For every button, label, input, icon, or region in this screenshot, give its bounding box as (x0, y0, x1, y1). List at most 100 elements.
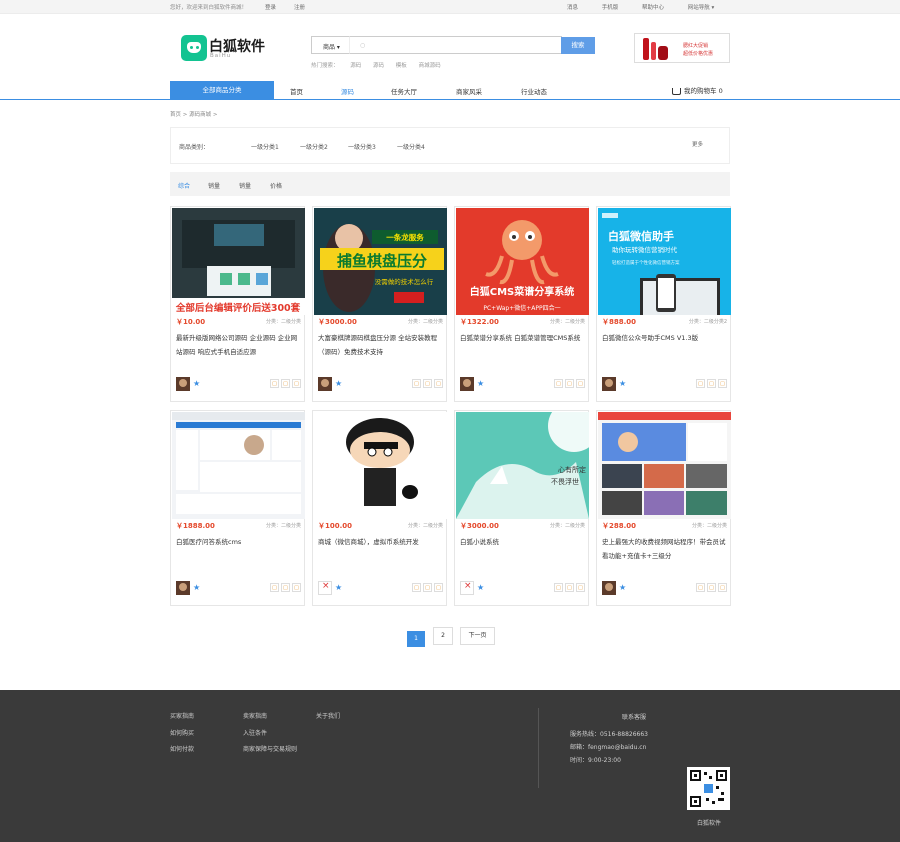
product-title[interactable]: 最新升级版网络公司源码 企业源码 企业网站源码 响应式手机自适应源 (176, 331, 302, 361)
sort-bar: 综合 销量 销量 价格 (170, 172, 730, 196)
page-1-button[interactable]: 1 (407, 631, 425, 647)
star-icon: ★ (619, 379, 627, 388)
seller-avatar[interactable] (602, 377, 616, 391)
svg-text:助你玩转微信营销时代: 助你玩转微信营销时代 (612, 245, 678, 254)
filter-label: 商品类别： (179, 144, 210, 151)
search-button[interactable]: 搜索 (561, 37, 595, 54)
seller-avatar[interactable]: × (460, 581, 474, 595)
product-image[interactable]: 一条龙服务 捕鱼棋盘压分 没需做的技术怎么行 (314, 208, 447, 315)
register-link[interactable]: 注册 (294, 5, 305, 11)
nav-home[interactable]: 首页 (290, 86, 303, 96)
page-2-button[interactable]: 2 (433, 627, 453, 645)
product-title[interactable]: 白狐微信公众号助手CMS V1.3版 (602, 331, 728, 361)
seller-avatar[interactable] (176, 581, 190, 595)
messages-link[interactable]: 消息 (567, 5, 578, 11)
product-card[interactable]: 全部后台编辑评价后送300套 ￥10.00 分类：二级分类 最新升级版网络公司源… (170, 206, 305, 402)
footer-heading[interactable]: 关于我们 (316, 711, 340, 720)
filter-option[interactable]: 一级分类4 (397, 142, 425, 151)
product-card[interactable]: 白狐CMS菜谱分享系统 PC+Wap+微信+APP四合一 ￥1322.00 分类：… (454, 206, 589, 402)
filter-option[interactable]: 一级分类1 (251, 142, 279, 151)
seller-avatar[interactable] (602, 581, 616, 595)
star-icon: ★ (477, 583, 485, 592)
footer-link[interactable]: 商家保障与交易规则 (243, 744, 297, 753)
search-category-select[interactable]: 商品 ▾ (311, 36, 349, 54)
help-link[interactable]: 帮助中心 (642, 5, 664, 11)
product-price: ￥100.00 (318, 522, 353, 530)
welcome-text: 您好，欢迎来到白狐软件商城！ (170, 5, 248, 11)
product-image[interactable]: 全部后台编辑评价后送300套 (172, 208, 305, 315)
seller-avatar[interactable] (176, 377, 190, 391)
footer-contact: 联系客服 服务热线：0516-88826663 邮箱：fengmao@baidu… (570, 711, 648, 767)
sort-price[interactable]: 价格 (270, 181, 282, 190)
product-category: 分类：二级分类 (549, 319, 585, 325)
product-image[interactable] (172, 412, 305, 519)
svg-text:PC+Wap+微信+APP四合一: PC+Wap+微信+APP四合一 (483, 304, 560, 312)
product-tags: □ □ □ (268, 583, 301, 592)
seller-avatar[interactable]: × (318, 581, 332, 595)
cart-label: 我的购物车 0 (684, 87, 723, 95)
nav-news[interactable]: 行业动态 (521, 86, 547, 96)
product-tags: □ □ □ (694, 379, 727, 388)
product-category: 分类：二级分类 (265, 523, 301, 529)
product-card[interactable]: 白狐微信助手 助你玩转微信营销时代 轻松打造属于个性化微信营销方案 ￥888.00 … (596, 206, 731, 402)
product-tags: □ □ □ (410, 583, 443, 592)
footer-link[interactable]: 如何付款 (170, 744, 194, 753)
product-banner-text: 全部后台编辑评价后送300套 (175, 302, 301, 314)
hot-link[interactable]: 源码 (350, 63, 361, 69)
site-logo[interactable]: 白狐软件 BaiHu (181, 35, 265, 62)
star-icon: ★ (193, 583, 201, 592)
hot-link[interactable]: 源码 (373, 63, 384, 69)
footer-link[interactable]: 入驻条件 (243, 728, 297, 737)
product-title[interactable]: 史上最强大的收费视频网站程序！带会员试看功能+充值卡+三级分 (602, 535, 728, 565)
seller-avatar[interactable] (318, 377, 332, 391)
cart-link[interactable]: 我的购物车 0 (672, 85, 723, 95)
svg-text:没需做的技术怎么行: 没需做的技术怎么行 (375, 277, 434, 286)
product-card[interactable]: ￥1888.00 分类：二级分类 白狐医疗问答系统cms ★ □ □ □ (170, 410, 305, 606)
product-image[interactable] (598, 412, 731, 519)
hot-link[interactable]: 模板 (396, 63, 407, 69)
product-card[interactable]: 心有所定 不畏浮世 ￥3000.00 分类：二级分类 白狐小说系统 × ★ □ □ □ (454, 410, 589, 606)
product-image[interactable]: 心有所定 不畏浮世 (456, 412, 589, 519)
ad-line2: 超低价格优惠 (683, 51, 714, 57)
product-banner-text: 白狐微信助手 (608, 229, 674, 243)
nav-shops[interactable]: 商家风采 (456, 86, 482, 96)
filter-more[interactable]: 更多 (692, 140, 703, 148)
sort-sales2[interactable]: 销量 (239, 181, 251, 190)
product-category: 分类：二级分类 (691, 523, 727, 529)
all-categories-button[interactable]: 全部商品分类 (170, 81, 274, 100)
header-ad-banner[interactable]: 腮红大促销 超低价格优惠 (634, 33, 730, 63)
mobile-link[interactable]: 手机版 (602, 5, 619, 11)
product-image[interactable] (314, 412, 447, 519)
product-category: 分类：二级分类 (407, 523, 443, 529)
product-image[interactable]: 白狐CMS菜谱分享系统 PC+Wap+微信+APP四合一 (456, 208, 589, 315)
seller-avatar[interactable] (460, 377, 474, 391)
product-category: 分类：二级分类 (265, 319, 301, 325)
footer-link[interactable]: 如何购买 (170, 728, 194, 737)
product-card[interactable]: ￥100.00 分类：二级分类 商城（微信商城），虚拟币系统开发 × ★ □ □ □ (312, 410, 447, 606)
qr-label: 白狐软件 (697, 820, 722, 827)
product-card[interactable]: 一条龙服务 捕鱼棋盘压分 没需做的技术怎么行 ￥3000.00 分类：二级分类 大富… (312, 206, 447, 402)
site-nav-link[interactable]: 网站导航 ▾ (688, 5, 715, 11)
filter-option[interactable]: 一级分类2 (300, 142, 328, 151)
nav-source[interactable]: 源码 (341, 86, 354, 96)
product-title[interactable]: 大富豪棋牌源码棋盘压分源 全站安装教程（源码）免费技术支持 (318, 331, 444, 361)
next-page-button[interactable]: 下一页 (460, 627, 495, 645)
product-title[interactable]: 白狐小说系统 (460, 535, 586, 565)
filter-option[interactable]: 一级分类3 (348, 142, 376, 151)
product-price: ￥3000.00 (318, 318, 357, 326)
login-link[interactable]: 登录 (265, 5, 276, 11)
tag-icon: □ (281, 379, 290, 388)
product-card[interactable]: ￥288.00 分类：二级分类 史上最强大的收费视频网站程序！带会员试看功能+充… (596, 410, 731, 606)
product-title[interactable]: 白狐医疗问答系统cms (176, 535, 302, 565)
product-title[interactable]: 商城（微信商城），虚拟币系统开发 (318, 535, 444, 565)
sort-default[interactable]: 综合 (178, 181, 190, 190)
main-nav: 全部商品分类 首页 源码 任务大厅 商家风采 行业动态 我的购物车 0 (0, 81, 900, 100)
svg-text:不畏浮世: 不畏浮世 (551, 477, 579, 486)
product-title[interactable]: 白狐菜谱分享系统 白狐菜谱管理CMS系统 (460, 331, 586, 361)
sort-sales[interactable]: 销量 (208, 181, 220, 190)
search-input[interactable]: ○ (349, 36, 562, 54)
product-price: ￥1322.00 (460, 318, 499, 326)
product-image[interactable]: 白狐微信助手 助你玩转微信营销时代 轻松打造属于个性化微信营销方案 (598, 208, 731, 315)
nav-tasks[interactable]: 任务大厅 (391, 86, 417, 96)
hot-link[interactable]: 商城源码 (419, 63, 441, 69)
